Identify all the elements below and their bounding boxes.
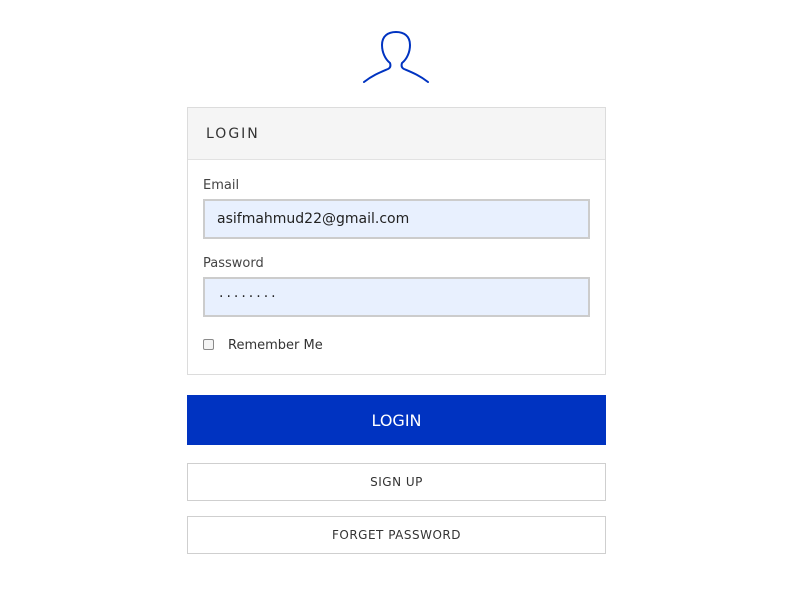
user-icon [363, 31, 429, 83]
email-label: Email [203, 178, 240, 193]
email-value: asifmahmud22@gmail.com [217, 211, 410, 227]
forget-password-button[interactable]: FORGET PASSWORD [187, 516, 606, 554]
panel-title: LOGIN [206, 125, 260, 142]
login-panel: LOGIN Email asifmahmud22@gmail.com Passw… [187, 107, 606, 375]
email-field[interactable]: asifmahmud22@gmail.com [203, 199, 590, 239]
remember-me-label[interactable]: Remember Me [228, 338, 323, 353]
password-mask: ········ [219, 289, 279, 305]
remember-me-checkbox[interactable] [203, 338, 214, 350]
panel-header: LOGIN [188, 108, 605, 160]
password-label: Password [203, 256, 264, 271]
password-field[interactable]: ········ [203, 277, 590, 317]
login-page: LOGIN Email asifmahmud22@gmail.com Passw… [0, 0, 798, 605]
sign-up-button[interactable]: SIGN UP [187, 463, 606, 501]
login-button[interactable]: LOGIN [187, 395, 606, 445]
remember-me-row: Remember Me [203, 335, 323, 353]
